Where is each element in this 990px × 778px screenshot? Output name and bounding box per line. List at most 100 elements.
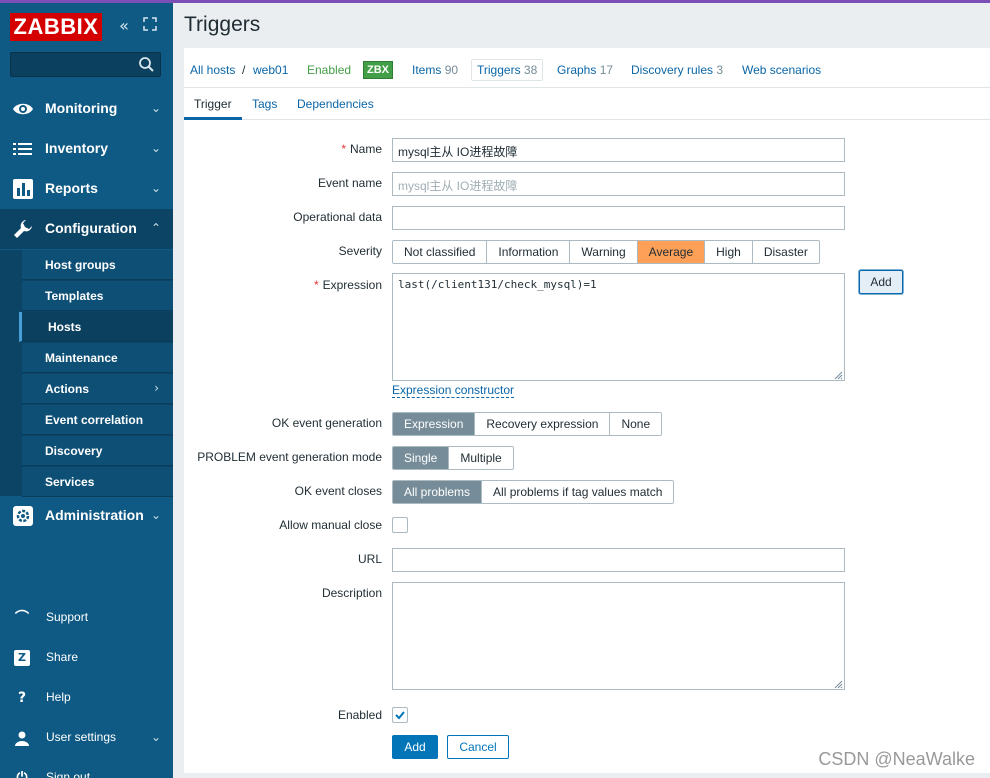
- severity-high[interactable]: High: [705, 241, 753, 263]
- event-name-input[interactable]: mysql主从 IO进程故障: [392, 172, 845, 196]
- eye-icon: [12, 98, 34, 120]
- ok-event-closes-label: OK event closes: [294, 484, 382, 498]
- operational-data-input[interactable]: [392, 206, 845, 230]
- chevron-right-icon: ›: [154, 381, 159, 395]
- submenu-templates[interactable]: Templates: [22, 281, 173, 311]
- menu-reports[interactable]: Reports ⌄: [0, 169, 173, 209]
- severity-label: Severity: [338, 244, 382, 258]
- expression-textarea[interactable]: last(/client131/check_mysql)=1: [392, 273, 845, 381]
- menu-user-settings[interactable]: User settings ⌄: [0, 718, 173, 758]
- host-status-enabled[interactable]: Enabled: [307, 63, 351, 77]
- nav-web-scenarios[interactable]: Web scenarios: [742, 63, 821, 77]
- enabled-checkbox[interactable]: [392, 707, 408, 723]
- menu-administration[interactable]: Administration ⌄: [0, 496, 173, 536]
- search-input[interactable]: [10, 52, 161, 77]
- closes-all-problems[interactable]: All problems: [393, 481, 483, 503]
- menu-support[interactable]: ⌒ Support: [0, 598, 173, 638]
- collapse-icon[interactable]: «: [116, 17, 132, 35]
- menu-sign-out[interactable]: ⏻ Sign out: [0, 758, 173, 778]
- problem-mode-single[interactable]: Single: [393, 447, 450, 469]
- breadcrumb-host[interactable]: web01: [253, 63, 288, 77]
- cancel-button[interactable]: Cancel: [447, 735, 509, 759]
- menu-label: Help: [46, 690, 71, 704]
- breadcrumb-all-hosts[interactable]: All hosts: [190, 63, 235, 77]
- problem-mode-selector: Single Multiple: [392, 446, 514, 470]
- ok-event-generation-selector: Expression Recovery expression None: [392, 412, 663, 436]
- chevron-down-icon: ⌄: [150, 730, 161, 744]
- add-button[interactable]: Add: [392, 735, 438, 759]
- nav-count: 17: [599, 63, 614, 77]
- nav-items[interactable]: Items 90: [412, 63, 458, 77]
- problem-mode-label: PROBLEM event generation mode: [197, 450, 382, 464]
- submenu-hosts[interactable]: Hosts: [19, 312, 173, 342]
- user-icon: [14, 730, 30, 746]
- label-text: Name: [349, 142, 382, 156]
- menu-label: Reports: [45, 180, 98, 196]
- breadcrumb-separator: /: [242, 63, 246, 77]
- gear-icon: [12, 505, 34, 527]
- description-textarea[interactable]: [392, 582, 845, 690]
- required-marker: *: [313, 278, 319, 292]
- chevron-up-icon: ⌃: [150, 221, 161, 235]
- host-navigation: All hosts / web01 Enabled ZBX Items 90 T…: [184, 48, 990, 88]
- kiosk-icon[interactable]: [142, 17, 158, 35]
- search-icon[interactable]: [138, 56, 155, 73]
- ok-gen-recovery-expression[interactable]: Recovery expression: [475, 413, 611, 435]
- description-label: Description: [321, 586, 382, 600]
- watermark: CSDN @NeaWalke: [818, 749, 975, 769]
- menu-share[interactable]: Z Share: [0, 638, 173, 678]
- tab-dependencies[interactable]: Dependencies: [297, 97, 374, 111]
- nav-label: Items: [412, 63, 442, 77]
- menu-configuration[interactable]: Configuration ⌃: [0, 209, 173, 249]
- configuration-submenu: Host groups Templates Hosts Maintenance …: [0, 250, 173, 497]
- allow-manual-close-checkbox[interactable]: [392, 517, 408, 533]
- share-z-icon: Z: [14, 650, 30, 666]
- menu-inventory[interactable]: Inventory ⌄: [0, 129, 173, 169]
- tab-trigger[interactable]: Trigger: [194, 97, 232, 111]
- zabbix-logo[interactable]: ZABBIX: [10, 13, 102, 41]
- power-icon: ⏻: [16, 770, 28, 778]
- submenu-label: Event correlation: [45, 413, 144, 427]
- name-input[interactable]: mysql主从 IO进程故障: [392, 138, 845, 162]
- enabled-label: Enabled: [337, 708, 382, 722]
- checkmark-icon: [395, 711, 405, 720]
- menu-label: User settings: [46, 730, 117, 744]
- nav-graphs[interactable]: Graphs 17: [557, 63, 613, 77]
- submenu-actions[interactable]: Actions ›: [22, 374, 173, 404]
- ok-gen-expression[interactable]: Expression: [393, 413, 476, 435]
- allow-manual-close-label: Allow manual close: [279, 518, 382, 532]
- event-name-label: Event name: [317, 176, 382, 190]
- problem-mode-multiple[interactable]: Multiple: [449, 447, 513, 469]
- resize-grip-icon[interactable]: [834, 679, 843, 689]
- severity-not-classified[interactable]: Not classified: [393, 241, 488, 263]
- severity-disaster[interactable]: Disaster: [752, 241, 819, 263]
- submenu-services[interactable]: Services: [22, 467, 173, 497]
- submenu-event-correlation[interactable]: Event correlation: [22, 405, 173, 435]
- severity-average[interactable]: Average: [637, 241, 706, 263]
- severity-information[interactable]: Information: [487, 241, 571, 263]
- severity-warning[interactable]: Warning: [570, 241, 638, 263]
- submenu-label: Maintenance: [45, 351, 118, 365]
- sidebar: ZABBIX « Monitoring ⌄ Inventory ⌄ Report…: [0, 3, 173, 778]
- nav-label: Graphs: [557, 63, 597, 77]
- nav-triggers[interactable]: Triggers 38: [471, 59, 544, 81]
- resize-grip-icon[interactable]: [834, 370, 843, 380]
- submenu-maintenance[interactable]: Maintenance: [22, 343, 173, 373]
- menu-label: Configuration: [45, 220, 137, 236]
- tab-tags[interactable]: Tags: [252, 97, 277, 111]
- chevron-down-icon: ⌄: [150, 508, 161, 522]
- wrench-icon: [12, 218, 34, 240]
- menu-monitoring[interactable]: Monitoring ⌄: [0, 89, 173, 129]
- menu-help[interactable]: ? Help: [0, 678, 173, 718]
- expression-constructor-link[interactable]: Expression constructor: [392, 383, 515, 398]
- submenu-discovery[interactable]: Discovery: [22, 436, 173, 466]
- submenu-host-groups[interactable]: Host groups: [22, 250, 173, 280]
- add-expression-button[interactable]: Add: [859, 270, 903, 294]
- chevron-down-icon: ⌄: [150, 181, 161, 195]
- closes-if-tag-match[interactable]: All problems if tag values match: [482, 481, 674, 503]
- submenu-label: Services: [45, 475, 95, 489]
- url-label: URL: [357, 552, 382, 566]
- url-input[interactable]: [392, 548, 845, 572]
- nav-discovery-rules[interactable]: Discovery rules 3: [631, 63, 723, 77]
- ok-gen-none[interactable]: None: [610, 413, 662, 435]
